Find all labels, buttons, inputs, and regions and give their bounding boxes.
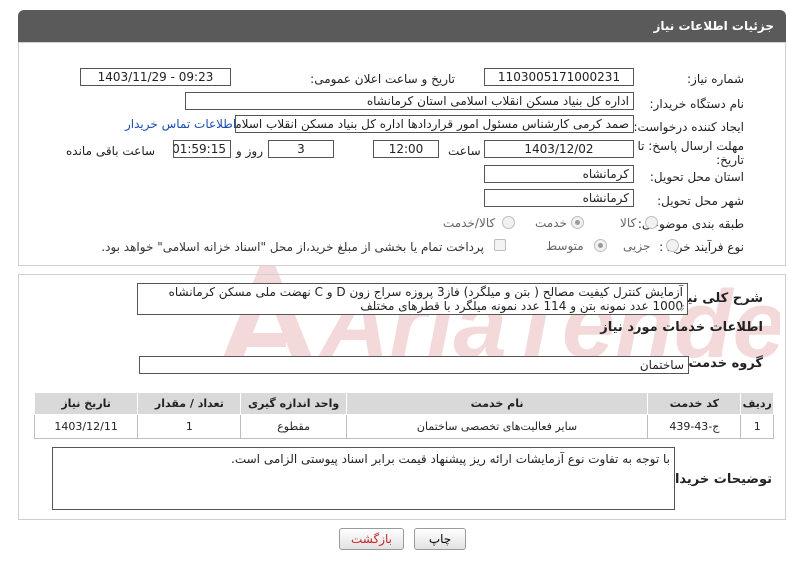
column-header-unit: واحد اندازه گیری <box>240 392 347 415</box>
services-section-title: اطلاعات خدمات مورد نیاز <box>600 320 763 335</box>
province-label: استان محل تحویل: <box>649 170 744 184</box>
services-table: ردیف کد خدمت نام خدمت واحد اندازه گیری ت… <box>33 392 774 439</box>
city-label: شهر محل تحویل: <box>657 194 744 208</box>
cell-service-name: سایر فعالیت‌های تخصصی ساختمان <box>345 414 649 439</box>
table-header-row: ردیف کد خدمت نام خدمت واحد اندازه گیری ت… <box>33 392 774 415</box>
column-header-quantity: تعداد / مقدار <box>137 392 242 415</box>
remaining-time-field[interactable]: 01:59:15 <box>173 140 231 158</box>
category-option-service: خدمت <box>535 216 567 230</box>
city-field[interactable]: کرمانشاه <box>484 189 634 207</box>
buyer-notes-textarea[interactable]: با توجه به تفاوت نوع آزمایشات ارائه ریز … <box>52 447 675 510</box>
province-field[interactable]: کرمانشاه <box>484 165 634 183</box>
announce-date-field[interactable]: 1403/11/29 - 09:23 <box>80 68 231 86</box>
page-title: جزئیات اطلاعات نیاز <box>653 19 774 33</box>
treasury-payment-checkbox[interactable] <box>494 239 506 251</box>
deadline-time-field[interactable]: 12:00 <box>373 140 439 158</box>
cell-service-code: ج-43-439 <box>647 414 742 439</box>
days-label: روز و <box>236 144 263 158</box>
buyer-label: نام دستگاه خریدار: <box>649 97 745 111</box>
deadline-date-field[interactable]: 1403/12/02 <box>484 140 634 158</box>
buyer-contact-link[interactable]: اطلاعات تماس خریدار <box>125 117 236 131</box>
summary-line-1: آزمایش کنترل کیفیت مصالح ( بتن و میلگرد)… <box>168 285 683 299</box>
requester-label: ایجاد کننده درخواست: <box>633 120 744 134</box>
remaining-label: ساعت باقی مانده <box>66 144 156 158</box>
cell-need-date: 1403/12/11 <box>33 414 139 439</box>
column-header-service-code: کد خدمت <box>647 392 742 415</box>
back-button[interactable]: بازگشت <box>339 528 404 550</box>
buyer-notes-label: توضیحات خریدار: <box>662 472 772 487</box>
process-radio-medium[interactable] <box>594 239 607 252</box>
requester-field[interactable]: صمد کرمی کارشناس مسئول امور قراردادها اد… <box>235 115 634 133</box>
column-header-service-name: نام خدمت <box>345 392 649 415</box>
category-radio-goods-service[interactable] <box>502 216 515 229</box>
announce-date-label: تاریخ و ساعت اعلان عمومی: <box>310 72 455 86</box>
need-number-field[interactable]: 1103005171000231 <box>484 68 634 86</box>
page-header: جزئیات اطلاعات نیاز <box>18 10 786 42</box>
deadline-label-date: تاریخ: <box>716 153 744 167</box>
process-option-minor: جزیی <box>623 239 651 253</box>
category-option-goods-service: کالا/خدمت <box>443 216 496 230</box>
service-group-label: گروه خدمت: <box>683 356 763 371</box>
column-header-row-number: ردیف <box>740 392 774 415</box>
remaining-days-field[interactable]: 3 <box>268 140 334 158</box>
table-row[interactable]: 1 ج-43-439 سایر فعالیت‌های تخصصی ساختمان… <box>33 414 774 439</box>
summary-line-2: 1000 عدد نمونه بتن و 114 عدد نمونه میلگر… <box>360 299 683 313</box>
category-option-goods: کالا <box>620 216 637 230</box>
deadline-time-label: ساعت <box>448 144 481 158</box>
column-header-need-date: تاریخ نیاز <box>33 392 139 415</box>
category-radio-service[interactable] <box>571 216 584 229</box>
buyer-field[interactable]: اداره کل بنیاد مسکن انقلاب اسلامی استان … <box>185 92 634 110</box>
service-group-field[interactable]: ساختمان <box>139 356 689 374</box>
treasury-payment-note: پرداخت تمام یا بخشی از مبلغ خرید،از محل … <box>101 240 484 254</box>
resize-grip-icon[interactable] <box>677 304 685 312</box>
cell-row-number: 1 <box>740 414 774 439</box>
need-number-label: شماره نیاز: <box>687 72 744 86</box>
category-radio-goods[interactable] <box>645 216 658 229</box>
process-radio-minor[interactable] <box>666 239 679 252</box>
print-button[interactable]: چاپ <box>414 528 466 550</box>
summary-textarea[interactable]: آزمایش کنترل کیفیت مصالح ( بتن و میلگرد)… <box>137 283 688 315</box>
deadline-label: مهلت ارسال پاسخ: تا <box>637 139 744 153</box>
process-option-medium: متوسط <box>546 239 584 253</box>
cell-unit: مقطوع <box>240 414 347 439</box>
cell-quantity: 1 <box>137 414 242 439</box>
